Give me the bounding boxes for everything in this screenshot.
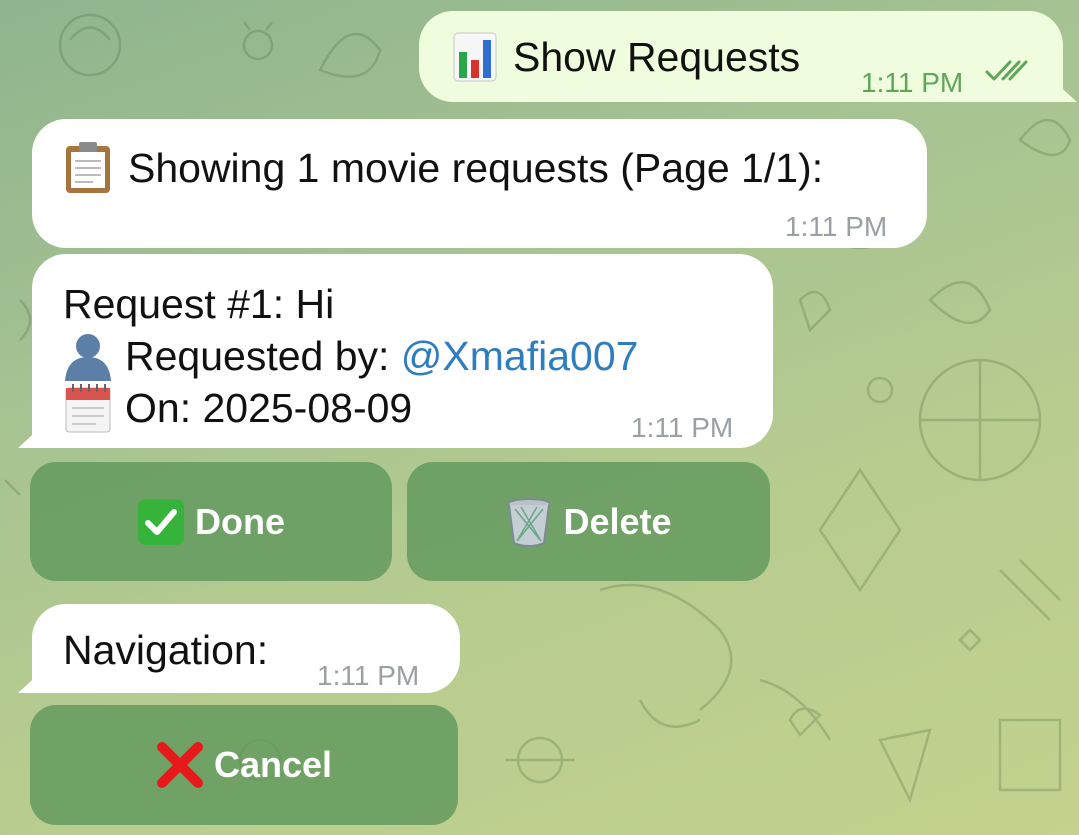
calendar-icon bbox=[65, 384, 111, 433]
delete-button-label: Delete bbox=[563, 500, 672, 542]
navigation-text: Navigation: bbox=[63, 627, 269, 673]
wastebasket-icon bbox=[507, 497, 552, 547]
done-button[interactable]: Done bbox=[30, 462, 392, 581]
outgoing-message-bubble: Show Requests 1:11 PM bbox=[419, 11, 1077, 102]
message-time: 1:11 PM bbox=[631, 412, 734, 443]
request-message-bubble: Request #1: Hi Requested by: @Xmafia007 … bbox=[18, 254, 773, 448]
requester-username-link[interactable]: @Xmafia007 bbox=[401, 333, 639, 379]
message-time: 1:11 PM bbox=[861, 67, 964, 98]
bubble-tail bbox=[1053, 80, 1077, 102]
request-date: On: 2025-08-09 bbox=[125, 385, 413, 431]
cross-mark-icon bbox=[156, 742, 203, 788]
cancel-button-label: Cancel bbox=[213, 744, 333, 785]
delete-button[interactable]: Delete bbox=[407, 462, 770, 581]
navigation-message-bubble: Navigation: 1:11 PM bbox=[18, 604, 460, 693]
showing-requests-text: Showing 1 movie requests (Page 1/1): bbox=[128, 145, 824, 191]
done-button-label: Done bbox=[195, 500, 285, 542]
message-time: 1:11 PM bbox=[785, 211, 888, 242]
bubble-tail bbox=[18, 671, 42, 693]
outgoing-message-text: Show Requests bbox=[513, 34, 801, 80]
bar-chart-icon bbox=[453, 32, 497, 82]
request-title: Request #1: Hi bbox=[63, 281, 335, 327]
cancel-button[interactable]: Cancel bbox=[30, 705, 458, 825]
message-time: 1:11 PM bbox=[317, 660, 420, 691]
check-mark-button-icon bbox=[138, 498, 184, 545]
user-silhouette-icon bbox=[65, 334, 111, 381]
requested-by-label: Requested by: bbox=[125, 333, 401, 379]
incoming-message-bubble: Showing 1 movie requests (Page 1/1): 1:1… bbox=[32, 119, 927, 248]
clipboard-icon bbox=[66, 142, 110, 193]
read-double-check-icon bbox=[985, 60, 1028, 81]
bubble-tail bbox=[18, 426, 42, 448]
